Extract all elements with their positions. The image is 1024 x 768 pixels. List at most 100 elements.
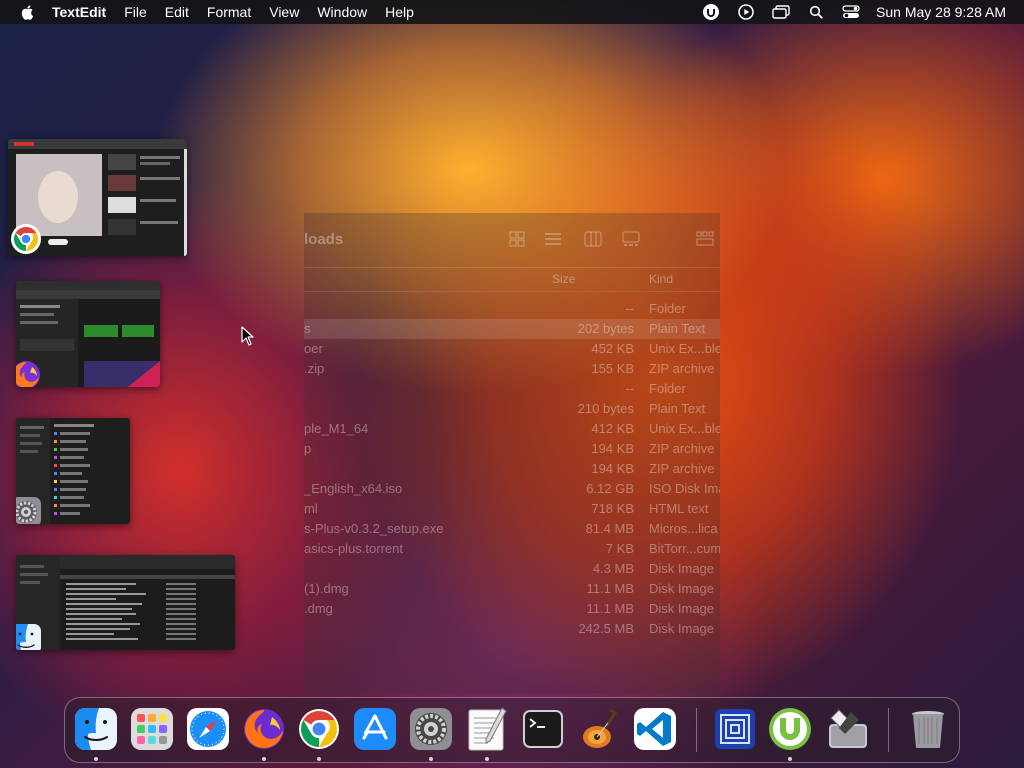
running-indicator bbox=[262, 757, 266, 761]
table-row[interactable]: 242.5 MB Disk Image bbox=[304, 619, 720, 639]
screen-mirroring-icon[interactable] bbox=[772, 4, 790, 20]
search-icon[interactable] bbox=[807, 4, 825, 20]
chrome-window-thumbnail[interactable] bbox=[8, 139, 187, 256]
file-kind: ZIP archive bbox=[649, 441, 715, 456]
running-indicator bbox=[317, 757, 321, 761]
file-name: .dmg bbox=[304, 601, 333, 616]
group-by-icon[interactable] bbox=[696, 231, 714, 247]
file-name: ple_M1_64 bbox=[304, 421, 369, 436]
menu-view[interactable]: View bbox=[269, 4, 299, 20]
dock-app-store-icon[interactable] bbox=[352, 706, 398, 752]
table-row[interactable]: -- Folder bbox=[304, 379, 720, 399]
finder-file-list: -- Folder s 202 bytes Plain Text oer 452 KB U… bbox=[304, 299, 720, 639]
menu-app-name[interactable]: TextEdit bbox=[52, 4, 106, 20]
table-row-selected[interactable]: s 202 bytes Plain Text bbox=[304, 319, 720, 339]
file-size: 194 KB bbox=[591, 441, 634, 456]
table-row[interactable]: (1).dmg 11.1 MB Disk Image bbox=[304, 579, 720, 599]
file-size: 194 KB bbox=[591, 461, 634, 476]
dock-separator bbox=[888, 708, 889, 752]
control-center-icon[interactable] bbox=[842, 4, 860, 20]
dock-finder-icon[interactable] bbox=[73, 706, 119, 752]
dock-vscode-icon[interactable] bbox=[632, 706, 678, 752]
dock bbox=[64, 697, 960, 763]
chrome-icon bbox=[11, 224, 41, 254]
file-name: .zip bbox=[304, 361, 325, 376]
table-row[interactable]: 210 bytes Plain Text bbox=[304, 399, 720, 419]
finder-window[interactable]: loads Size Kind -- Folder s 202 bytes Plain… bbox=[304, 213, 720, 693]
file-kind: Micros...lica bbox=[649, 521, 718, 536]
table-row[interactable]: _English_x64.iso 6.12 GB ISO Disk Ima bbox=[304, 479, 720, 499]
dock-system-settings-icon[interactable] bbox=[408, 706, 454, 752]
icon-view-icon[interactable] bbox=[508, 231, 526, 247]
column-header-kind[interactable]: Kind bbox=[649, 272, 673, 286]
table-row[interactable]: 4.3 MB Disk Image bbox=[304, 559, 720, 579]
finder-window-preview bbox=[16, 555, 235, 650]
play-status-icon[interactable] bbox=[737, 4, 755, 20]
menu-bar: TextEdit File Edit Format View Window He… bbox=[0, 0, 1024, 24]
firefox-window-thumbnail[interactable] bbox=[16, 281, 160, 387]
menu-edit[interactable]: Edit bbox=[165, 4, 189, 20]
file-kind: Disk Image bbox=[649, 581, 715, 596]
status-area: Sun May 28 9:28 AM bbox=[685, 4, 1014, 20]
menu-window[interactable]: Window bbox=[317, 4, 367, 20]
torrent-status-icon[interactable] bbox=[702, 4, 720, 20]
dock-firefox-icon[interactable] bbox=[241, 706, 287, 752]
file-size: 202 bytes bbox=[577, 321, 634, 336]
menu-format[interactable]: Format bbox=[207, 4, 251, 20]
file-kind: HTML text bbox=[649, 501, 709, 516]
dock-textedit-icon[interactable] bbox=[464, 706, 510, 752]
table-row[interactable]: s-Plus-v0.3.2_setup.exe 81.4 MB Micros...l… bbox=[304, 519, 720, 539]
dock-launchpad-icon[interactable] bbox=[129, 706, 175, 752]
file-size: 11.1 MB bbox=[586, 601, 634, 616]
file-name: s-Plus-v0.3.2_setup.exe bbox=[304, 521, 444, 536]
running-indicator bbox=[429, 757, 433, 761]
file-size: 155 KB bbox=[591, 361, 634, 376]
dock-safari-icon[interactable] bbox=[185, 706, 231, 752]
running-indicator bbox=[485, 757, 489, 761]
table-row[interactable]: oer 452 KB Unix Ex...ble bbox=[304, 339, 720, 359]
system-settings-window-thumbnail[interactable] bbox=[16, 418, 130, 524]
dock-separator bbox=[696, 708, 697, 752]
file-size: 4.3 MB bbox=[592, 561, 634, 576]
file-name: ml bbox=[304, 501, 318, 516]
running-indicator bbox=[788, 757, 792, 761]
dock-terminal-icon[interactable] bbox=[520, 706, 566, 752]
table-row[interactable]: -- Folder bbox=[304, 299, 720, 319]
file-size: 412 KB bbox=[591, 421, 634, 436]
list-view-icon[interactable] bbox=[544, 231, 562, 247]
system-settings-icon bbox=[16, 497, 41, 524]
file-name: _English_x64.iso bbox=[304, 481, 403, 496]
finder-toolbar: loads bbox=[304, 213, 720, 268]
file-kind: Plain Text bbox=[649, 401, 706, 416]
table-row[interactable]: .zip 155 KB ZIP archive bbox=[304, 359, 720, 379]
file-kind: Folder bbox=[649, 301, 686, 316]
file-size: -- bbox=[625, 381, 634, 396]
dock-blue-square-app-icon[interactable] bbox=[712, 706, 758, 752]
table-row[interactable]: asics-plus.torrent 7 KB BitTorr...cum bbox=[304, 539, 720, 559]
table-row[interactable]: .dmg 11.1 MB Disk Image bbox=[304, 599, 720, 619]
apple-menu-icon[interactable] bbox=[20, 4, 36, 20]
dock-disk-utility-icon[interactable] bbox=[825, 706, 871, 752]
file-size: -- bbox=[625, 301, 634, 316]
file-kind: ZIP archive bbox=[649, 461, 715, 476]
running-indicator bbox=[94, 757, 98, 761]
table-row[interactable]: 194 KB ZIP archive bbox=[304, 459, 720, 479]
table-row[interactable]: p 194 KB ZIP archive bbox=[304, 439, 720, 459]
file-kind: BitTorr...cum bbox=[649, 541, 720, 556]
menu-help[interactable]: Help bbox=[385, 4, 414, 20]
dock-trash-icon[interactable] bbox=[905, 706, 951, 752]
dock-utorrent-icon[interactable] bbox=[767, 706, 813, 752]
table-row[interactable]: ml 718 KB HTML text bbox=[304, 499, 720, 519]
gallery-view-icon[interactable] bbox=[622, 231, 640, 247]
table-row[interactable]: ple_M1_64 412 KB Unix Ex...ble bbox=[304, 419, 720, 439]
finder-window-thumbnail[interactable] bbox=[16, 555, 235, 650]
dock-garageband-icon[interactable] bbox=[576, 706, 622, 752]
file-kind: Folder bbox=[649, 381, 686, 396]
menu-file[interactable]: File bbox=[124, 4, 147, 20]
file-size: 81.4 MB bbox=[585, 521, 634, 536]
menubar-clock[interactable]: Sun May 28 9:28 AM bbox=[876, 4, 1006, 20]
dock-chrome-icon[interactable] bbox=[296, 706, 342, 752]
column-header-size[interactable]: Size bbox=[552, 272, 575, 286]
file-kind: ISO Disk Ima bbox=[649, 481, 720, 496]
column-view-icon[interactable] bbox=[584, 231, 602, 247]
